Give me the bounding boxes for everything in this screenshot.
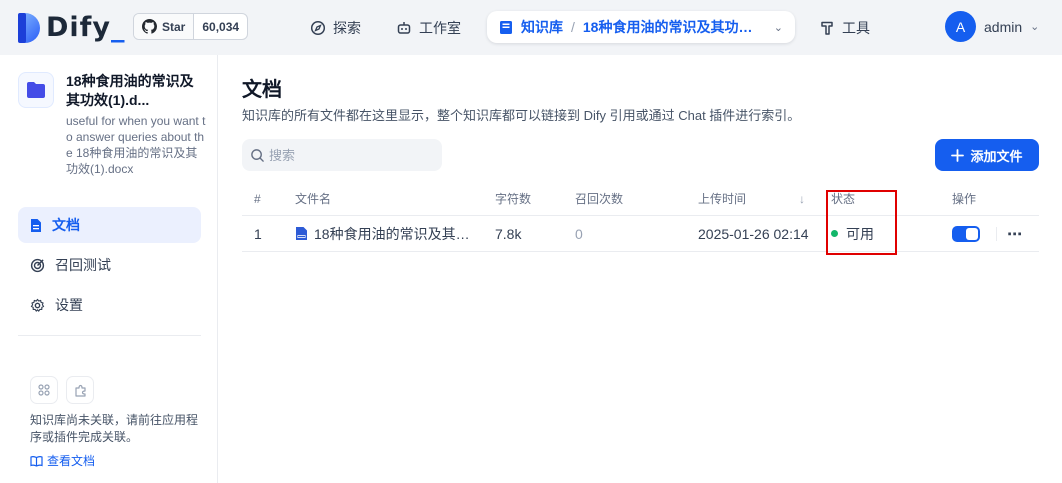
logo-text: Dify_	[46, 12, 126, 43]
nav-tools[interactable]: 工具	[810, 12, 880, 43]
status-highlight-box	[826, 190, 897, 255]
ops-divider	[996, 226, 997, 241]
puzzle-icon	[66, 376, 94, 404]
hammer-icon	[821, 21, 833, 35]
nav-knowledge-label: 知识库	[521, 19, 563, 35]
dataset-title: 18种食用油的常识及其功效(1).d...	[66, 73, 194, 108]
breadcrumb-separator: /	[571, 19, 575, 35]
nav-studio[interactable]: 工作室	[386, 12, 471, 43]
col-hits: 召回次数	[575, 192, 624, 206]
search-input[interactable]	[269, 147, 429, 163]
search-icon	[251, 148, 264, 162]
row-hits: 0	[575, 225, 583, 242]
row-chars: 7.8k	[495, 225, 522, 242]
col-ops: 操作	[952, 192, 977, 206]
star-label: Star	[162, 19, 186, 34]
dify-logo[interactable]: Dify_	[18, 12, 126, 43]
folder-icon	[18, 72, 54, 108]
documents-table: # 文件名 字符数 召回次数 上传时间 ↓ 状态 操作 1 18种食用油的常识及…	[242, 182, 1039, 252]
robot-icon	[397, 21, 411, 34]
book-icon	[500, 20, 512, 34]
sidebar-item-settings[interactable]: 设置	[18, 287, 201, 323]
star-count: 60,034	[202, 19, 240, 34]
add-file-button[interactable]: 添加文件	[935, 139, 1039, 171]
col-upload-time: 上传时间	[698, 192, 747, 206]
apps-icon	[30, 376, 58, 404]
plus-icon	[951, 148, 965, 162]
nav-knowledge[interactable]: 知识库 / 18种食用油的常识及其功效(1).docx ⌄	[487, 11, 795, 43]
sidebar: 18种食用油的常识及其功效(1).d... useful for when yo…	[0, 55, 218, 483]
view-docs-link[interactable]: 查看文档	[30, 452, 95, 469]
user-name: admin	[984, 18, 1023, 35]
table-header: # 文件名 字符数 召回次数 上传时间 ↓ 状态 操作	[242, 182, 1039, 216]
unlinked-app-icons	[30, 376, 94, 404]
row-upload-time: 2025-01-26 02:14	[698, 225, 809, 242]
col-name: 文件名	[295, 192, 332, 206]
enable-toggle[interactable]	[952, 225, 980, 242]
row-file-name[interactable]: 18种食用油的常识及其功效(1).docx	[295, 216, 472, 251]
page-subtitle: 知识库的所有文件都在这里显示，整个知识库都可以链接到 Dify 引用或通过 Ch…	[242, 108, 801, 123]
compass-icon	[310, 20, 326, 35]
dataset-description: useful for when you want to answer queri…	[66, 114, 206, 176]
github-star-button[interactable]: Star 60,034	[133, 13, 249, 40]
document-icon	[31, 218, 41, 232]
col-index: #	[254, 191, 261, 206]
github-icon	[142, 19, 157, 34]
sidebar-divider	[18, 335, 201, 336]
row-index: 1	[254, 225, 262, 242]
user-menu[interactable]: A admin ⌄	[945, 11, 1039, 42]
search-box[interactable]	[242, 139, 442, 171]
col-chars: 字符数	[495, 192, 532, 206]
nav-explore[interactable]: 探索	[300, 12, 371, 43]
sidebar-item-hit-testing[interactable]: 召回测试	[18, 247, 201, 283]
sidebar-item-documents[interactable]: 文档	[18, 207, 201, 243]
open-book-icon	[30, 455, 43, 467]
top-header: Dify_ Star 60,034 探索 工作室 知识库 / 18种食用油的常识…	[0, 0, 1062, 55]
unlinked-hint: 知识库尚未关联，请前往应用程序或插件完成关联。	[30, 413, 199, 444]
chevron-down-icon: ⌄	[1030, 21, 1040, 33]
current-dataset-name[interactable]: 18种食用油的常识及其功效(1).docx	[583, 17, 761, 37]
gear-icon	[30, 298, 45, 312]
docx-file-icon	[296, 227, 307, 240]
row-actions: ⋯	[952, 216, 1023, 251]
more-options-icon[interactable]: ⋯	[1007, 225, 1023, 243]
page-title: 文档	[242, 79, 282, 101]
dify-logo-icon	[18, 12, 40, 43]
target-icon	[30, 258, 45, 272]
chevron-down-icon[interactable]: ⌄	[774, 21, 783, 34]
sort-arrow-icon[interactable]: ↓	[799, 182, 805, 215]
avatar: A	[945, 11, 976, 42]
table-row[interactable]: 1 18种食用油的常识及其功效(1).docx 7.8k 0 2025-01-2…	[242, 216, 1039, 252]
